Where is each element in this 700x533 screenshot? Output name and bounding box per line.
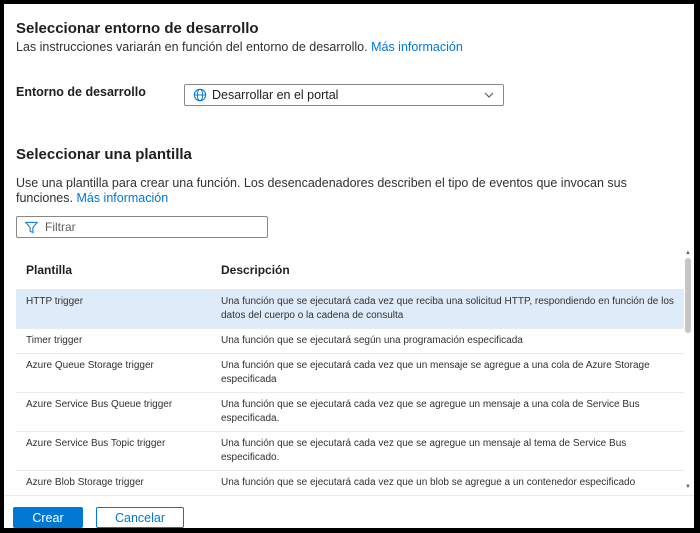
filter-input[interactable] — [45, 220, 245, 234]
create-function-panel: Seleccionar entorno de desarrollo Las in… — [4, 4, 694, 528]
table-row[interactable]: Azure Queue Storage trigger Una función … — [16, 354, 684, 393]
table-row[interactable]: Azure Service Bus Topic trigger Una func… — [16, 432, 684, 471]
row-template-name: Timer trigger — [26, 335, 83, 346]
globe-icon — [193, 88, 207, 102]
chevron-down-icon — [484, 92, 494, 98]
table-row[interactable]: HTTP trigger Una función que se ejecutar… — [16, 290, 684, 329]
row-template-description: Una función que se ejecutará cada vez qu… — [221, 477, 636, 488]
table-scrollbar[interactable]: ▲ ▼ — [684, 250, 692, 490]
template-section-title: Seleccionar una plantilla — [16, 146, 192, 163]
template-more-info-link[interactable]: Más información — [76, 191, 168, 205]
cancel-button[interactable]: Cancelar — [96, 507, 184, 528]
env-dropdown[interactable]: Desarrollar en el portal — [184, 84, 504, 106]
env-section-title: Seleccionar entorno de desarrollo — [16, 20, 259, 37]
env-subtitle-text: Las instrucciones variarán en función de… — [16, 40, 368, 54]
footer-bar: Crear Cancelar — [4, 495, 694, 528]
env-dropdown-value: Desarrollar en el portal — [212, 88, 339, 102]
env-section-subtitle: Las instrucciones variarán en función de… — [16, 40, 463, 54]
table-row[interactable]: Timer trigger Una función que se ejecuta… — [16, 329, 684, 354]
scroll-up-icon[interactable]: ▲ — [685, 250, 691, 256]
template-table: Plantilla Descripción HTTP trigger Una f… — [16, 250, 684, 490]
scrollbar-thumb[interactable] — [685, 258, 691, 333]
row-template-description: Una función que se ejecutará según una p… — [221, 335, 523, 346]
row-template-name: Azure Service Bus Queue trigger — [26, 399, 173, 410]
table-header: Plantilla Descripción — [16, 250, 684, 290]
template-section-description: Use una plantilla para crear una función… — [16, 176, 646, 206]
row-template-description: Una función que se ejecutará cada vez qu… — [221, 438, 627, 463]
column-header-template[interactable]: Plantilla — [16, 263, 221, 277]
row-template-description: Una función que se ejecutará cada vez qu… — [221, 399, 640, 424]
env-label: Entorno de desarrollo — [16, 85, 146, 99]
column-header-description[interactable]: Descripción — [221, 263, 684, 277]
row-template-name: Azure Blob Storage trigger — [26, 477, 144, 488]
row-template-name: Azure Queue Storage trigger — [26, 360, 154, 371]
filter-icon — [25, 221, 38, 233]
scroll-down-icon[interactable]: ▼ — [685, 484, 691, 490]
env-more-info-link[interactable]: Más información — [371, 40, 463, 54]
table-row[interactable]: Azure Service Bus Queue trigger Una func… — [16, 393, 684, 432]
table-row[interactable]: Azure Blob Storage trigger Una función q… — [16, 471, 684, 490]
row-template-description: Una función que se ejecutará cada vez qu… — [221, 360, 650, 385]
create-button[interactable]: Crear — [13, 507, 83, 528]
row-template-description: Una función que se ejecutará cada vez qu… — [221, 296, 674, 321]
row-template-name: Azure Service Bus Topic trigger — [26, 438, 166, 449]
filter-box[interactable] — [16, 216, 268, 238]
row-template-name: HTTP trigger — [26, 296, 84, 307]
